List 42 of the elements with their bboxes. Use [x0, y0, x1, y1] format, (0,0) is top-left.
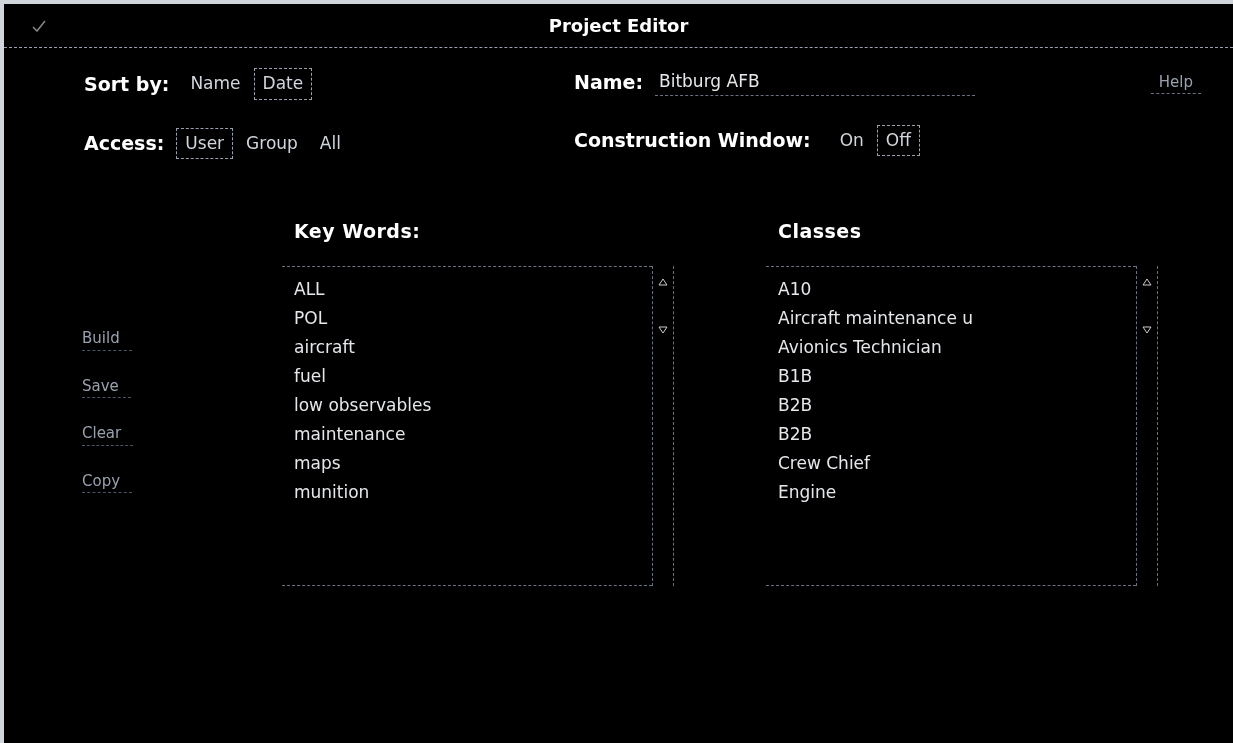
list-item[interactable]: Avionics Technician — [778, 332, 1136, 362]
field-label: Access: — [84, 131, 165, 156]
action-button[interactable]: Copy — [82, 469, 133, 493]
list-item[interactable]: low observables — [294, 390, 652, 420]
scroll-down-icon[interactable] — [1142, 325, 1152, 334]
scroll-up-icon[interactable] — [658, 277, 668, 286]
list-title: Key Words: — [293, 219, 422, 244]
field-label: Name: — [574, 70, 643, 95]
action-button[interactable]: Save — [82, 374, 131, 398]
list-item[interactable]: aircraft — [294, 332, 652, 362]
field-label: Sort by: — [84, 71, 170, 97]
checkmark-icon[interactable] — [32, 19, 46, 32]
list-item[interactable]: Crew Chief — [778, 448, 1136, 478]
option-toggle[interactable]: Date — [253, 68, 313, 100]
list-item[interactable]: ALL — [294, 274, 652, 304]
list-item[interactable]: Engine — [778, 477, 1136, 507]
scrollbar[interactable] — [652, 265, 674, 586]
option-toggle[interactable]: Off — [876, 124, 920, 156]
option-toggle[interactable]: All — [310, 127, 350, 159]
list-item[interactable]: POL — [294, 303, 652, 333]
list-item[interactable]: A10 — [778, 274, 1136, 304]
scroll-up-icon[interactable] — [1142, 277, 1152, 286]
list-item[interactable]: fuel — [294, 361, 652, 391]
list-item[interactable]: B2B — [778, 390, 1136, 420]
field-label: Construction Window: — [574, 128, 811, 153]
help-button[interactable]: Help — [1150, 70, 1201, 94]
option-toggle[interactable]: Name — [181, 68, 250, 100]
list-item[interactable]: Aircraft maintenance u — [778, 303, 1136, 333]
option-toggle[interactable]: Group — [237, 127, 307, 159]
action-button[interactable]: Build — [82, 327, 132, 351]
option-toggle[interactable]: User — [176, 127, 234, 159]
list-item[interactable]: maintenance — [294, 419, 652, 449]
list-item[interactable]: munition — [294, 477, 652, 507]
list-item[interactable]: B1B — [778, 361, 1136, 391]
list-item[interactable]: B2B — [778, 419, 1136, 449]
option-toggle[interactable]: On — [830, 124, 873, 156]
list-item[interactable]: maps — [294, 448, 652, 478]
action-button[interactable]: Clear — [82, 422, 134, 446]
list-title: Classes — [777, 219, 863, 244]
scrollbar[interactable] — [1136, 265, 1158, 586]
window-title: Project Editor — [548, 14, 689, 38]
scroll-down-icon[interactable] — [658, 325, 668, 334]
